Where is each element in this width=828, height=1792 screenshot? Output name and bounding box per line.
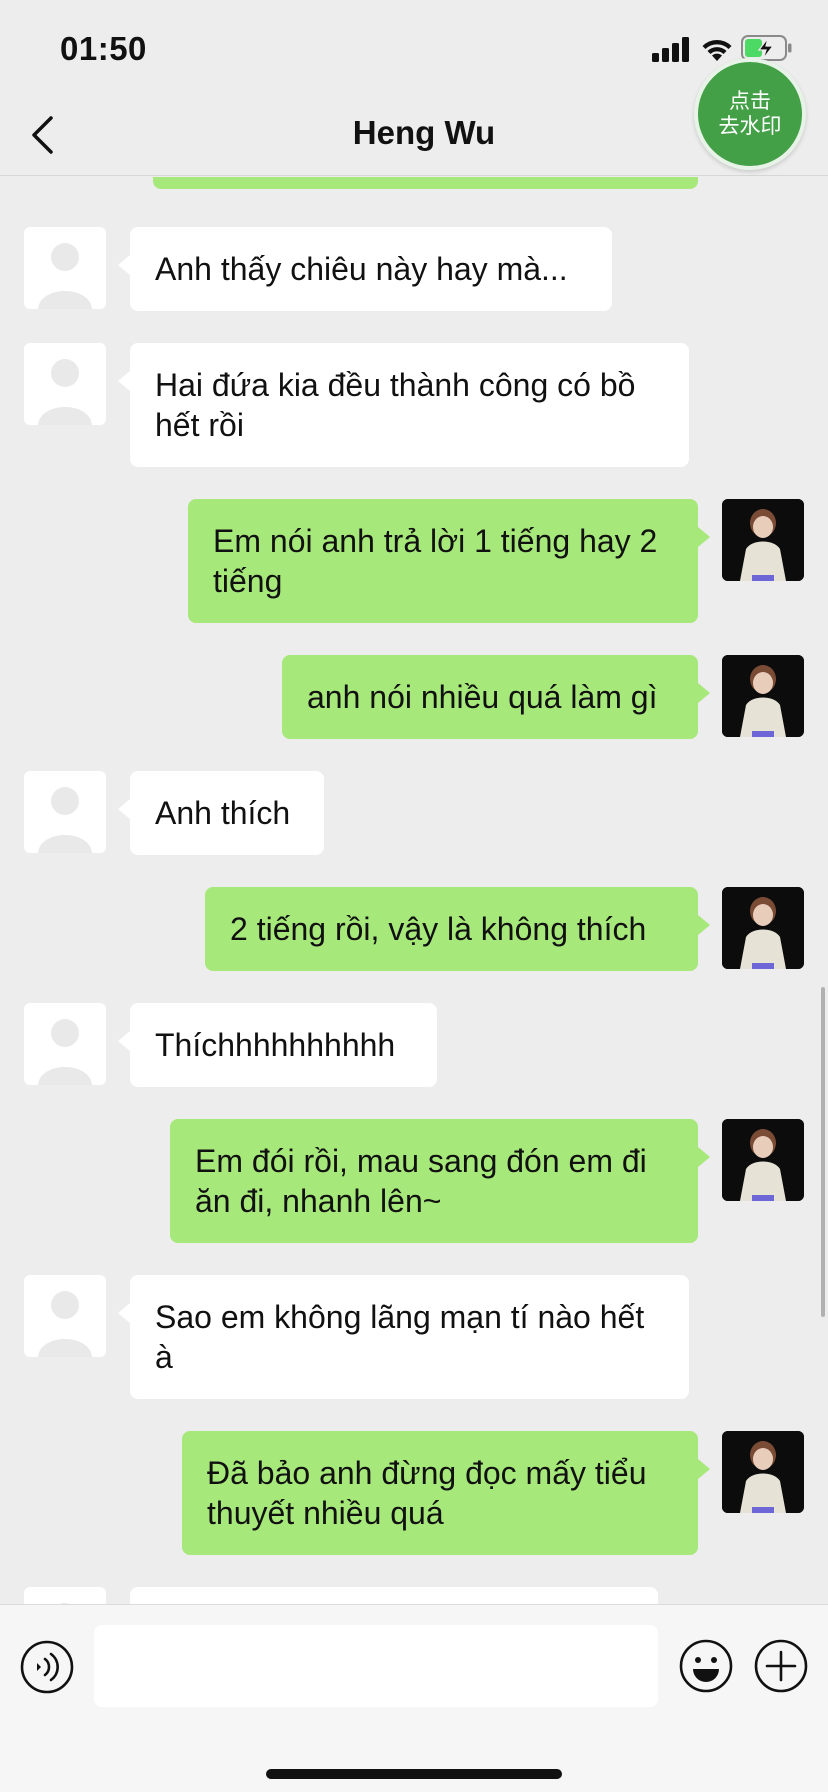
default-avatar-icon	[38, 1291, 92, 1357]
back-arrow-icon[interactable]	[24, 112, 64, 158]
default-avatar-icon	[38, 359, 92, 425]
voice-input-icon[interactable]	[20, 1640, 74, 1694]
message-text: Em đói rồi, mau sang đón em đi ăn đi, nh…	[195, 1143, 647, 1219]
contact-avatar[interactable]	[24, 1003, 106, 1085]
message-bubble-outgoing[interactable]: Em nói anh trả lời 1 tiếng hay 2 tiếng	[188, 499, 710, 623]
default-avatar-icon	[38, 787, 92, 853]
profile-photo	[722, 655, 804, 737]
my-avatar[interactable]	[722, 887, 804, 969]
status-time: 01:50	[60, 30, 147, 67]
my-avatar[interactable]	[722, 499, 804, 581]
message-text: Đã bảo anh đừng đọc mấy tiểu thuyết nhiề…	[207, 1455, 647, 1531]
message-text: Hai đứa kia đều thành công có bồ hết rồi	[155, 367, 636, 443]
message-bubble-outgoing[interactable]: anh nói nhiều quá làm gì	[282, 655, 710, 739]
message-text: Thíchhhhhhhhhh	[155, 1027, 396, 1063]
message-text-input[interactable]	[94, 1625, 658, 1707]
profile-photo	[722, 1431, 804, 1513]
contact-avatar[interactable]	[24, 343, 106, 425]
message-text: Em nói anh trả lời 1 tiếng hay 2 tiếng	[213, 523, 658, 599]
message-bubble-incoming[interactable]: Hai đứa kia đều thành công có bồ hết rồi	[118, 343, 689, 467]
watermark-button-label-line2: 去水印	[718, 115, 782, 138]
message-text: 2 tiếng rồi, vậy là không thích	[230, 911, 647, 947]
emoji-icon[interactable]	[678, 1638, 734, 1694]
default-avatar-icon	[38, 243, 92, 309]
message-bubble-incoming[interactable]	[130, 1587, 658, 1604]
my-avatar[interactable]	[722, 1119, 804, 1201]
cellular-signal-icon	[652, 36, 692, 62]
message-bubble-incoming[interactable]: Anh thích	[118, 771, 324, 855]
my-avatar[interactable]	[722, 1431, 804, 1513]
default-avatar-icon	[59, 1603, 71, 1604]
contact-avatar[interactable]	[24, 1587, 106, 1604]
my-avatar[interactable]	[722, 655, 804, 737]
chat-message-list[interactable]: Anh thấy chiêu này hay mà... Hai đứa kia…	[0, 177, 828, 1604]
message-input-bar	[0, 1604, 828, 1792]
message-bubble-incoming[interactable]: Thíchhhhhhhhhh	[118, 1003, 437, 1087]
message-bubble-incoming[interactable]: Sao em không lãng mạn tí nào hết à	[118, 1275, 689, 1399]
add-attachment-icon[interactable]	[753, 1638, 809, 1694]
default-avatar-icon	[38, 1019, 92, 1085]
message-text: Sao em không lãng mạn tí nào hết à	[155, 1299, 645, 1375]
remove-watermark-button[interactable]: 点击 去水印	[694, 58, 806, 170]
contact-avatar[interactable]	[24, 1275, 106, 1357]
message-bubble-outgoing[interactable]: Em đói rồi, mau sang đón em đi ăn đi, nh…	[170, 1119, 710, 1243]
message-text: Anh thích	[155, 795, 291, 831]
profile-photo	[722, 887, 804, 969]
contact-avatar[interactable]	[24, 227, 106, 309]
contact-avatar[interactable]	[24, 771, 106, 853]
message-text: anh nói nhiều quá làm gì	[307, 679, 658, 715]
message-bubble-outgoing[interactable]: Đã bảo anh đừng đọc mấy tiểu thuyết nhiề…	[182, 1431, 710, 1555]
profile-photo	[722, 1119, 804, 1201]
wifi-icon	[702, 39, 732, 61]
message-bubble-outgoing[interactable]: 2 tiếng rồi, vậy là không thích	[205, 887, 710, 971]
message-bubble-outgoing[interactable]	[153, 177, 698, 189]
watermark-button-label-line1: 点击	[729, 90, 771, 113]
message-bubble-incoming[interactable]: Anh thấy chiêu này hay mà...	[118, 227, 612, 311]
profile-photo	[722, 499, 804, 581]
message-text: Anh thấy chiêu này hay mà...	[155, 251, 568, 287]
home-indicator[interactable]	[266, 1769, 562, 1779]
scroll-indicator[interactable]	[821, 987, 825, 1317]
